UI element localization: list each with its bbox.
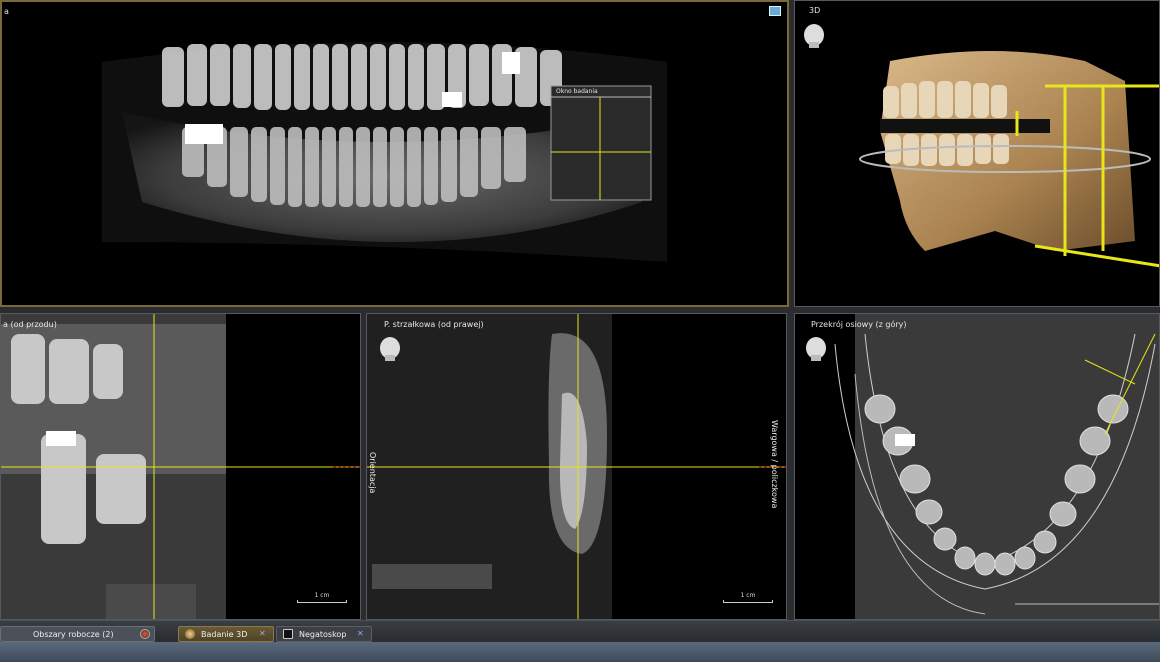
study-icon	[185, 629, 195, 639]
status-bar	[0, 642, 1160, 662]
panoramic-view[interactable]: a Okno badania	[0, 0, 789, 307]
3d-render	[859, 51, 1159, 268]
tab-negatoskop[interactable]: Negatoskop ✕	[276, 626, 372, 642]
study-window-label: Okno badania	[556, 88, 598, 95]
close-tab-icon[interactable]: ✕	[259, 630, 267, 638]
3d-view[interactable]: 3D	[794, 0, 1160, 307]
sagittal-view[interactable]: P. strzałkowa (od prawej) Orientacja War…	[366, 313, 787, 620]
pane-title: a	[4, 7, 9, 16]
negatoscope-icon	[283, 629, 293, 639]
tab-label: Badanie 3D	[201, 629, 248, 639]
head-orientation-icon[interactable]	[805, 336, 827, 362]
workspaces-button[interactable]: Obszary robocze (2)	[0, 626, 155, 642]
pane-title: P. strzałkowa (od prawej)	[384, 320, 484, 329]
tab-badanie-3d[interactable]: Badanie 3D ✕	[178, 626, 274, 642]
workspace-settings-icon[interactable]	[140, 629, 150, 639]
window-mode-icon[interactable]	[769, 6, 781, 16]
scale-bar: 1 cm	[723, 592, 773, 603]
pane-title: Przekrój osiowy (z góry)	[811, 320, 907, 329]
sagittal-image	[367, 314, 786, 619]
head-orientation-icon[interactable]	[803, 23, 825, 49]
coronal-view[interactable]: a (od przodu) 1 cm	[0, 313, 361, 620]
orientation-label-right: Wargowa / policzkowa	[770, 420, 779, 509]
workspaces-label: Obszary robocze (2)	[33, 629, 114, 639]
coronal-image	[1, 314, 360, 619]
pane-title: a (od przodu)	[3, 320, 57, 329]
axial-image	[834, 314, 1159, 619]
orientation-label-left: Orientacja	[368, 452, 377, 494]
tab-label: Negatoskop	[299, 629, 347, 639]
pane-title: 3D	[809, 6, 821, 15]
head-orientation-icon[interactable]	[379, 336, 401, 362]
close-tab-icon[interactable]: ✕	[357, 630, 365, 638]
scale-bar: 1 cm	[297, 592, 347, 603]
scale-label: 1 cm	[314, 592, 330, 599]
scale-label: 1 cm	[740, 592, 756, 599]
panoramic-image	[102, 42, 667, 262]
axial-view[interactable]: Przekrój osiowy (z góry)	[794, 313, 1160, 620]
